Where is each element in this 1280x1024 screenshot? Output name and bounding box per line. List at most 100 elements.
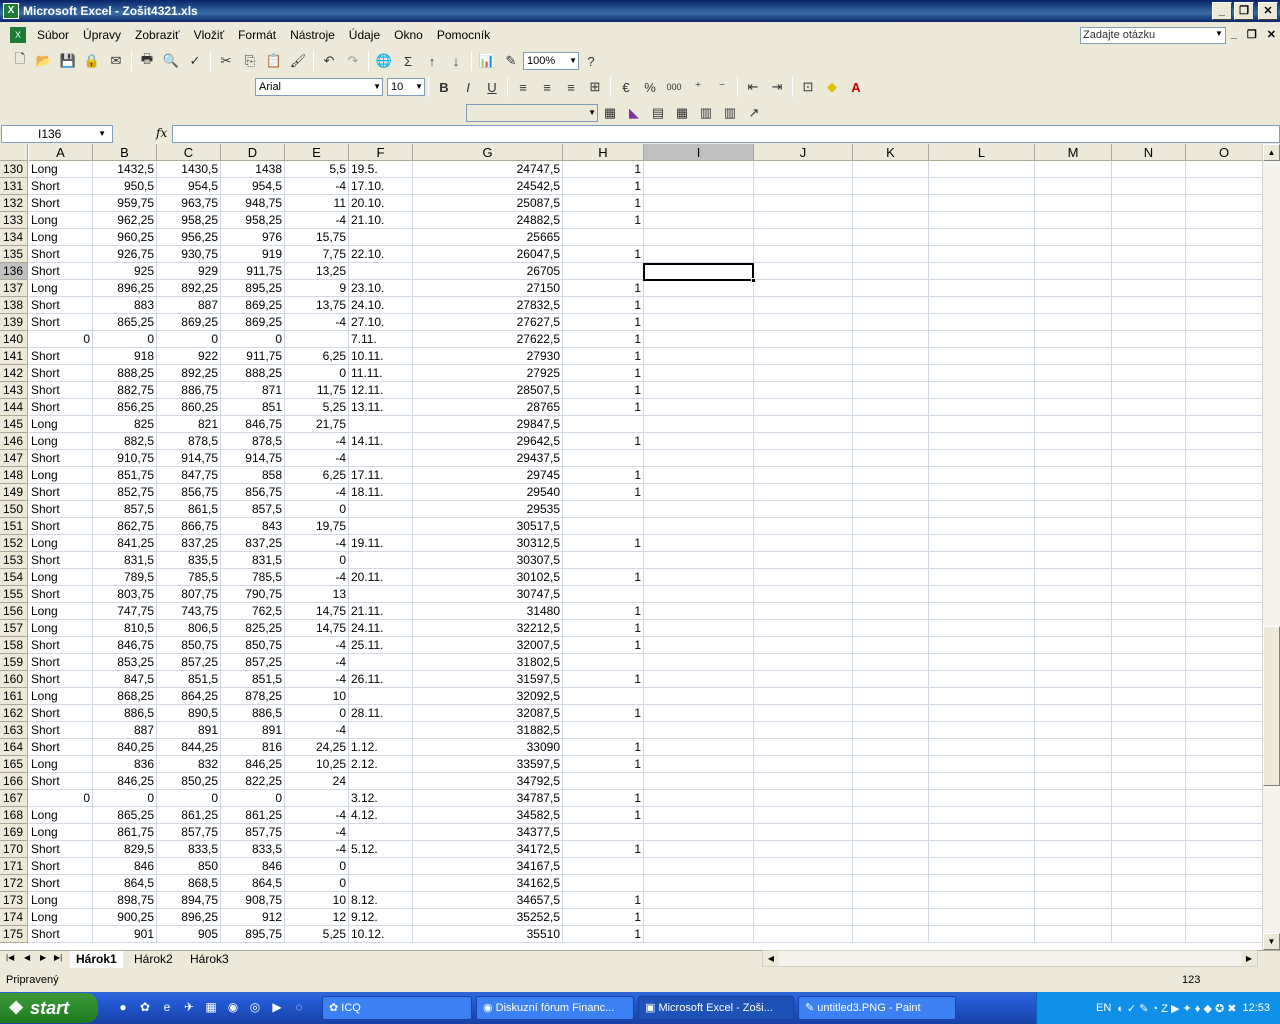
cell-l[interactable] bbox=[929, 178, 1035, 195]
cell-l[interactable] bbox=[929, 620, 1035, 637]
zoom-select[interactable]: 100% ▼ bbox=[523, 52, 579, 70]
cell-d[interactable]: 858 bbox=[221, 467, 285, 484]
column-header-h[interactable]: H bbox=[563, 144, 644, 161]
cell-g[interactable]: 33597,5 bbox=[413, 756, 563, 773]
scroll-down-icon[interactable]: ▼ bbox=[1263, 933, 1280, 950]
cell-l[interactable] bbox=[929, 382, 1035, 399]
row-header[interactable]: 171 bbox=[0, 858, 28, 875]
cell-i[interactable] bbox=[644, 331, 754, 348]
quicklaunch-firefox-icon[interactable]: ◉ bbox=[225, 1000, 241, 1016]
cell-l[interactable] bbox=[929, 280, 1035, 297]
cell-f[interactable] bbox=[349, 586, 413, 603]
cell-b[interactable]: 841,25 bbox=[93, 535, 157, 552]
cell-n[interactable] bbox=[1112, 926, 1186, 943]
cell-g[interactable]: 32087,5 bbox=[413, 705, 563, 722]
cell-j[interactable] bbox=[754, 552, 853, 569]
cell-e[interactable]: 0 bbox=[285, 365, 349, 382]
cell-g[interactable]: 31802,5 bbox=[413, 654, 563, 671]
cell-o[interactable] bbox=[1186, 586, 1263, 603]
cell-i[interactable] bbox=[644, 671, 754, 688]
cell-j[interactable] bbox=[754, 212, 853, 229]
cell-b[interactable]: 962,25 bbox=[93, 212, 157, 229]
cell-b[interactable]: 865,25 bbox=[93, 807, 157, 824]
cell-b[interactable]: 829,5 bbox=[93, 841, 157, 858]
save-icon[interactable]: 💾 bbox=[57, 50, 79, 72]
cell-m[interactable] bbox=[1035, 807, 1112, 824]
cell-c[interactable]: 856,75 bbox=[157, 484, 221, 501]
cell-o[interactable] bbox=[1186, 331, 1263, 348]
cell-n[interactable] bbox=[1112, 195, 1186, 212]
cell-i[interactable] bbox=[644, 212, 754, 229]
cell-m[interactable] bbox=[1035, 926, 1112, 943]
cell-h[interactable]: 1 bbox=[563, 705, 644, 722]
cell-f[interactable]: 5.12. bbox=[349, 841, 413, 858]
tray-icons[interactable]: ◐ ✓ ✎ ◔ Z ▶ ✦ ♦ ◆ ✪ ✖ bbox=[1117, 1002, 1236, 1015]
cell-j[interactable] bbox=[754, 535, 853, 552]
cell-f[interactable]: 25.11. bbox=[349, 637, 413, 654]
cell-h[interactable]: 1 bbox=[563, 195, 644, 212]
cell-g[interactable]: 27627,5 bbox=[413, 314, 563, 331]
cell-l[interactable] bbox=[929, 637, 1035, 654]
cell-j[interactable] bbox=[754, 892, 853, 909]
cell-d[interactable]: 1438 bbox=[221, 161, 285, 178]
cell-f[interactable]: 10.11. bbox=[349, 348, 413, 365]
cell-a[interactable]: Short bbox=[29, 382, 93, 399]
cell-m[interactable] bbox=[1035, 790, 1112, 807]
cell-d[interactable]: 958,25 bbox=[221, 212, 285, 229]
cell-b[interactable]: 851,75 bbox=[93, 467, 157, 484]
cell-k[interactable] bbox=[853, 705, 929, 722]
cell-k[interactable] bbox=[853, 654, 929, 671]
cell-c[interactable]: 930,75 bbox=[157, 246, 221, 263]
cell-n[interactable] bbox=[1112, 739, 1186, 756]
cell-o[interactable] bbox=[1186, 926, 1263, 943]
cell-k[interactable] bbox=[853, 824, 929, 841]
cell-k[interactable] bbox=[853, 518, 929, 535]
cell-n[interactable] bbox=[1112, 773, 1186, 790]
cell-f[interactable]: 9.12. bbox=[349, 909, 413, 926]
cell-c[interactable]: 956,25 bbox=[157, 229, 221, 246]
scroll-right-icon[interactable]: ▶ bbox=[1241, 951, 1257, 966]
cell-f[interactable]: 11.11. bbox=[349, 365, 413, 382]
cell-n[interactable] bbox=[1112, 178, 1186, 195]
cell-a[interactable]: Short bbox=[29, 858, 93, 875]
cell-o[interactable] bbox=[1186, 739, 1263, 756]
cell-o[interactable] bbox=[1186, 569, 1263, 586]
cell-c[interactable]: 892,25 bbox=[157, 280, 221, 297]
cell-d[interactable]: 911,75 bbox=[221, 263, 285, 280]
cell-k[interactable] bbox=[853, 263, 929, 280]
cell-n[interactable] bbox=[1112, 484, 1186, 501]
fill-color-icon[interactable]: ◆ bbox=[821, 76, 843, 98]
cell-o[interactable] bbox=[1186, 858, 1263, 875]
cell-k[interactable] bbox=[853, 586, 929, 603]
cell-j[interactable] bbox=[754, 348, 853, 365]
cell-m[interactable] bbox=[1035, 263, 1112, 280]
cell-e[interactable]: 5,25 bbox=[285, 926, 349, 943]
row-header[interactable]: 131 bbox=[0, 178, 28, 195]
cell-g[interactable]: 32212,5 bbox=[413, 620, 563, 637]
quicklaunch-icq-icon[interactable]: ✿ bbox=[137, 1000, 153, 1016]
cell-g[interactable]: 34167,5 bbox=[413, 858, 563, 875]
cell-m[interactable] bbox=[1035, 501, 1112, 518]
cell-k[interactable] bbox=[853, 450, 929, 467]
cell-f[interactable]: 12.11. bbox=[349, 382, 413, 399]
cell-j[interactable] bbox=[754, 926, 853, 943]
cell-a[interactable]: Short bbox=[29, 518, 93, 535]
cell-d[interactable]: 871 bbox=[221, 382, 285, 399]
cell-a[interactable]: Long bbox=[29, 756, 93, 773]
cell-j[interactable] bbox=[754, 263, 853, 280]
cell-n[interactable] bbox=[1112, 654, 1186, 671]
cell-e[interactable]: -4 bbox=[285, 178, 349, 195]
decrease-decimal-icon[interactable]: ⁻ bbox=[711, 76, 733, 98]
increase-decimal-icon[interactable]: ⁺ bbox=[687, 76, 709, 98]
cell-c[interactable]: 914,75 bbox=[157, 450, 221, 467]
row-header[interactable]: 165 bbox=[0, 756, 28, 773]
cell-f[interactable]: 17.11. bbox=[349, 467, 413, 484]
cell-m[interactable] bbox=[1035, 416, 1112, 433]
sheet-tab-harok2[interactable]: Hárok2 bbox=[128, 951, 179, 968]
cell-k[interactable] bbox=[853, 722, 929, 739]
cell-e[interactable]: 15,75 bbox=[285, 229, 349, 246]
cell-d[interactable]: 856,75 bbox=[221, 484, 285, 501]
cell-o[interactable] bbox=[1186, 416, 1263, 433]
cell-d[interactable]: 846,25 bbox=[221, 756, 285, 773]
cell-l[interactable] bbox=[929, 348, 1035, 365]
